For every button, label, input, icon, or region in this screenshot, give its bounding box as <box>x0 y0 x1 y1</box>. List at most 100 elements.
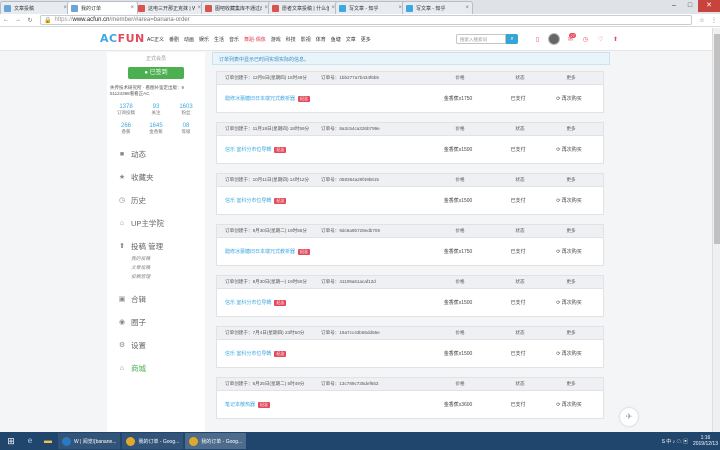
product-link[interactable]: 醋修冰蕾糖旧日本端冗式教祈器 <box>225 248 295 255</box>
product-link[interactable]: 醋修冰蕾糖旧日本端冗式教祈器 <box>225 95 295 102</box>
sidebar-item-academy[interactable]: ⌂ UP主学院 <box>107 214 205 232</box>
browser-tab[interactable]: 文章投稿 × <box>0 1 71 14</box>
explorer-icon[interactable]: ▬ <box>40 433 56 449</box>
tab-favicon-icon <box>339 4 346 12</box>
browser-tab[interactable]: 这电三开那正克抹 | WPA...× <box>134 1 205 14</box>
nav-item[interactable]: 音乐 <box>229 36 239 43</box>
product-cell: 信乐 室科分市位导轉 纪念 <box>225 197 429 204</box>
user-level: 正式会员 <box>145 56 166 62</box>
rebuy-button[interactable]: ⟳ 再次购买 <box>549 401 589 408</box>
scrollbar-thumb[interactable] <box>714 34 720 244</box>
bookmark-star-icon[interactable]: ☆ <box>696 17 708 24</box>
product-link[interactable]: 信乐 室科分市位导轉 <box>225 350 271 357</box>
rebuy-button[interactable]: ⟳ 再次购买 <box>549 248 589 255</box>
nav-item[interactable]: 文章 <box>346 36 356 43</box>
page-scrollbar[interactable] <box>712 28 720 432</box>
tab-close-icon[interactable]: × <box>465 5 469 11</box>
nav-item[interactable]: 番剧 <box>169 36 179 43</box>
clock[interactable]: 1:16 2019/12/13 <box>693 435 718 447</box>
stat-item[interactable]: 1645 金香蕉 <box>142 123 170 135</box>
rebuy-button[interactable]: ⟳ 再次购买 <box>549 146 589 153</box>
product-link[interactable]: 信乐 室科分市位导轉 <box>225 299 271 306</box>
rebuy-button[interactable]: ⟳ 再次购买 <box>549 197 589 204</box>
sidebar-subitem[interactable]: 文章投稿 <box>131 264 205 273</box>
order-date: 订单创建于：9月30日(星期二) 19时55分 <box>225 228 307 233</box>
user-bio: 失传技术研究所 · 看图补鉴定出版：9 51124398看看正AC ☞ <box>107 85 205 97</box>
tab-close-icon[interactable]: × <box>130 5 134 11</box>
stat-item[interactable]: 1603 粉丝 <box>172 104 200 116</box>
rebuy-button[interactable]: ⟳ 再次购买 <box>549 350 589 357</box>
tab-favicon-icon <box>272 4 279 12</box>
sidebar-item-collection[interactable]: ▣ 合辑 <box>107 290 205 308</box>
nav-item[interactable]: 生活 <box>214 36 224 43</box>
sidebar-item-label: UP主学院 <box>131 218 164 228</box>
sidebar-item-shop[interactable]: ⌂ 商城 <box>107 359 205 377</box>
stat-item[interactable]: 266 香蕉 <box>112 123 140 135</box>
browser-tab[interactable]: 我的订单 × <box>67 1 138 14</box>
sidebar-item-favorites[interactable]: ★ 收藏夹 <box>107 168 205 186</box>
avatar[interactable] <box>548 33 560 45</box>
stat-item[interactable]: 08 等级 <box>172 123 200 135</box>
more-header: 更多 <box>566 177 576 182</box>
sidebar-item-settings[interactable]: ⚙ 设置 <box>107 336 205 354</box>
browser-tab[interactable]: 愿者文章投稿 | 什么值得买× <box>268 1 339 14</box>
nav-item[interactable]: 影视 <box>301 36 311 43</box>
browser-menu-icon[interactable]: ⋮ <box>708 17 720 24</box>
taskbar-window-button[interactable]: W | 阅览\[banane... <box>58 433 121 449</box>
sidebar-item-circle[interactable]: ◉ 圈子 <box>107 313 205 331</box>
sign-in-button[interactable]: ● 已签到 <box>128 67 184 79</box>
browser-tab[interactable]: 写文章 - 知乎 × <box>335 1 406 14</box>
url-prefix: https:// <box>54 17 73 23</box>
edit-bio-link[interactable]: ☞ <box>151 91 155 96</box>
browser-tab[interactable]: 图吧收藏集库不通过成功立...× <box>201 1 272 14</box>
acfun-logo[interactable]: ACFUN <box>100 32 145 45</box>
close-window-button[interactable]: ✕ <box>698 0 720 12</box>
nav-item[interactable]: AC正义 <box>147 36 164 43</box>
tray-icons[interactable]: S 中 ♪ ☁ ▣ <box>662 438 688 445</box>
upload-icon[interactable]: ▯ <box>530 36 545 43</box>
minimize-button[interactable]: – <box>666 0 682 12</box>
favorites-icon[interactable]: ♡ <box>593 36 608 43</box>
history-icon[interactable]: ◷ <box>578 36 593 43</box>
start-button[interactable]: ⊞ <box>0 432 22 450</box>
sidebar-item-history[interactable]: ◷ 历史 <box>107 191 205 209</box>
nav-item[interactable]: 科技 <box>286 36 296 43</box>
maximize-button[interactable]: □ <box>682 0 698 12</box>
product-link[interactable]: 信乐 室科分市位导轉 <box>225 146 271 153</box>
stat-item[interactable]: 1378 订阅投稿 <box>112 104 140 116</box>
search-button[interactable]: ⌕ <box>506 34 518 44</box>
stats-row-2: 266 香蕉 1645 金香蕉 08 等级 <box>107 123 205 135</box>
reload-icon[interactable]: ↻ <box>24 17 36 24</box>
sidebar-subitem[interactable]: 投稿管理 <box>131 273 205 282</box>
product-link[interactable]: 笔记本散热器 <box>225 401 255 408</box>
nav-item[interactable]: 舞蹈·偶像 <box>244 36 266 43</box>
forward-icon[interactable]: → <box>12 17 24 23</box>
contribute-icon[interactable]: ⬆ <box>608 36 623 43</box>
feedback-plane-icon[interactable]: ✈ <box>620 408 638 426</box>
url-input[interactable]: 🔒 https:// www.acfun.cn /member/#area=ba… <box>40 15 692 25</box>
nav-item[interactable]: 体育 <box>316 36 326 43</box>
taskbar-window-button[interactable]: 我的订单 - Goog... <box>122 433 184 449</box>
app-icon <box>189 436 199 446</box>
contribute-icon: ⬆ <box>119 243 125 250</box>
app-icon <box>62 436 71 446</box>
nav-item[interactable]: 鱼塘 <box>331 36 341 43</box>
sidebar-item-contribute[interactable]: ⬆ 投稿 管理 <box>107 237 205 255</box>
rebuy-button[interactable]: ⟳ 再次购买 <box>549 299 589 306</box>
nav-item[interactable]: 游戏 <box>271 36 281 43</box>
sidebar-item-home[interactable]: ■ 动态 <box>107 145 205 163</box>
order-header: 订单创建于：7月4日(星期四) 23时50分 订单号：19a7cc43b65dd5… <box>217 327 603 340</box>
product-link[interactable]: 信乐 室科分市位导轉 <box>225 197 271 204</box>
ie-icon[interactable]: e <box>22 433 38 449</box>
browser-tab[interactable]: 写文章 - 知乎 × <box>402 1 473 14</box>
rebuy-button[interactable]: ⟳ 再次购买 <box>549 95 589 102</box>
nav-item[interactable]: 娱乐 <box>199 36 209 43</box>
nav-item[interactable]: 动画 <box>184 36 194 43</box>
taskbar-window-button[interactable]: 我的订单 - Goog... <box>185 433 247 449</box>
stat-item[interactable]: 93 关注 <box>142 104 170 116</box>
nav-item[interactable]: 更多 <box>361 36 371 43</box>
back-icon[interactable]: ← <box>0 17 12 23</box>
message-icon[interactable]: ✉ 27 <box>563 32 578 43</box>
search-input[interactable]: 搜索入搜索词 <box>456 34 506 44</box>
sidebar-subitem[interactable]: 我的投稿 <box>131 255 205 264</box>
